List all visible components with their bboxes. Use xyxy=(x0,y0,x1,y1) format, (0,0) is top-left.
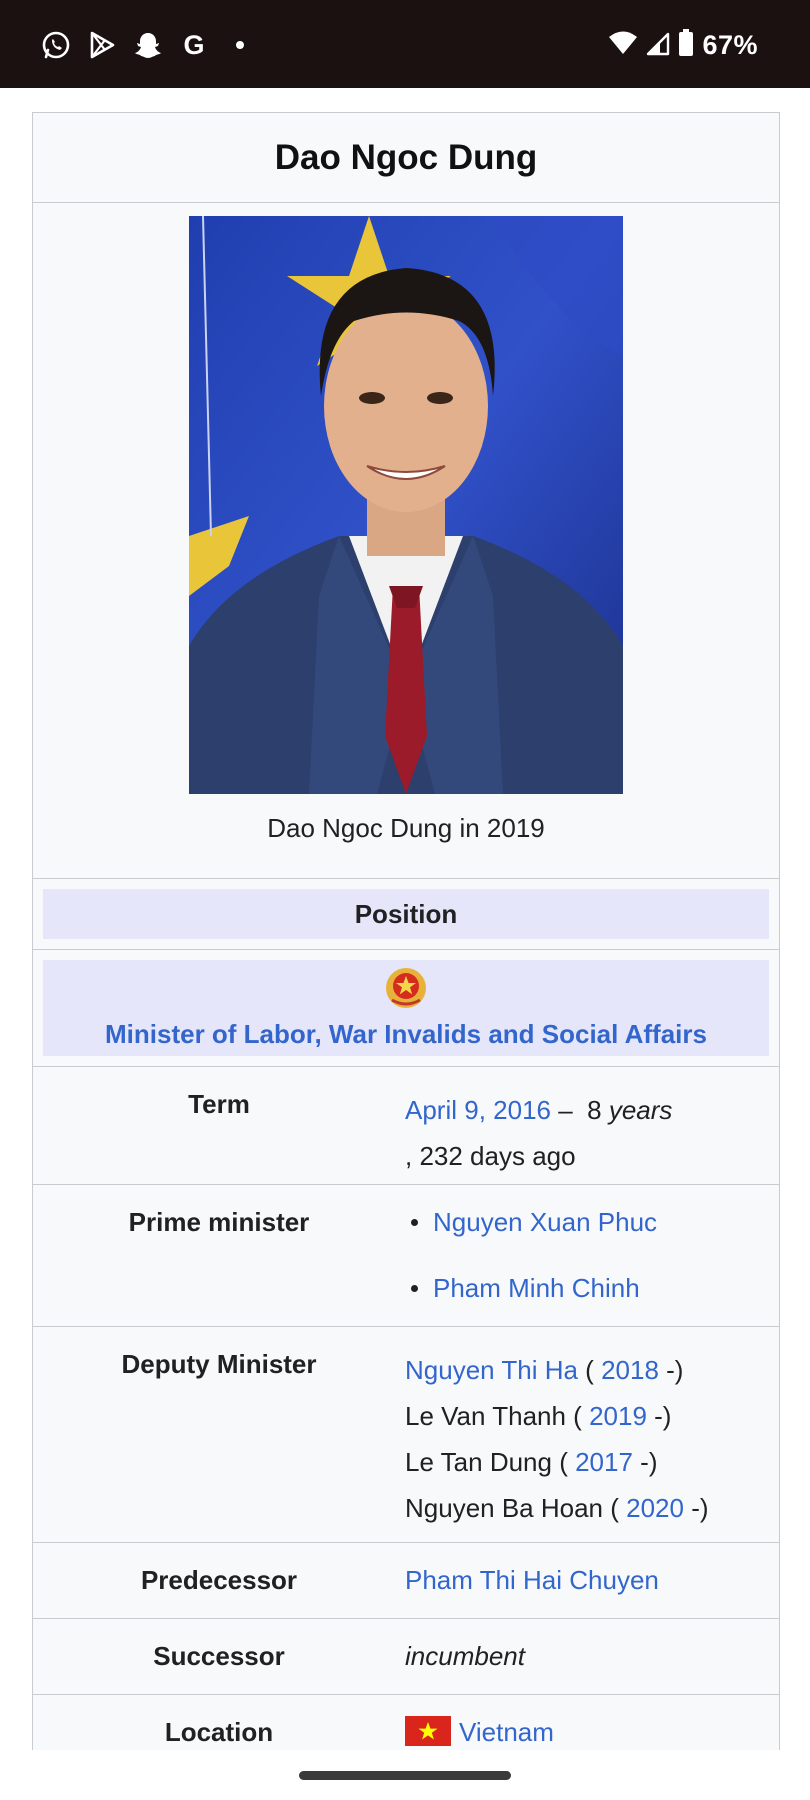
infobox: Dao Ngoc Dung Dao Ngoc Dung in 2019 Posi… xyxy=(32,112,780,1750)
row-label-deputy-minister: Deputy Minister xyxy=(121,1349,317,1379)
battery-percent: 67% xyxy=(702,29,758,60)
google-icon: G xyxy=(183,29,205,60)
row-location: Location Vietnam xyxy=(33,1695,779,1750)
row-label-term: Term xyxy=(188,1089,250,1119)
paren-close: -) xyxy=(658,1355,684,1385)
deputy-year-link[interactable]: 2018 xyxy=(601,1355,659,1385)
office-row: Minister of Labor, War Invalids and Soci… xyxy=(33,950,779,1067)
predecessor-link[interactable]: Pham Thi Hai Chuyen xyxy=(405,1565,659,1595)
paren-open: ( xyxy=(551,1447,576,1477)
home-gesture-handle[interactable] xyxy=(299,1771,511,1780)
paren-close: -) xyxy=(632,1447,658,1477)
article-page[interactable]: Dao Ngoc Dung Dao Ngoc Dung in 2019 Posi… xyxy=(0,88,810,1750)
status-bar: G 67% xyxy=(0,0,810,88)
row-term: Term April 9, 2016 – 8 years , 232 days … xyxy=(33,1067,779,1185)
infobox-title: Dao Ngoc Dung xyxy=(33,113,779,203)
deputy-name-link[interactable]: Nguyen Thi Ha xyxy=(405,1355,578,1385)
deputy-entry: Nguyen Ba Hoan ( 2020 -) xyxy=(405,1485,779,1531)
snapchat-icon xyxy=(132,29,164,61)
row-value-prime-minister: Nguyen Xuan Phuc Pham Minh Chinh xyxy=(405,1185,779,1326)
whatsapp-icon xyxy=(40,29,72,61)
row-value-term: April 9, 2016 – 8 years , 232 days ago xyxy=(405,1067,779,1184)
term-dash: – 8 xyxy=(550,1095,609,1125)
term-start-date-link[interactable]: April 9, 2016 xyxy=(405,1095,551,1125)
row-predecessor: Predecessor Pham Thi Hai Chuyen xyxy=(33,1543,779,1619)
list-item: Nguyen Xuan Phuc xyxy=(405,1189,779,1255)
paren-close: -) xyxy=(646,1401,672,1431)
row-label-predecessor: Predecessor xyxy=(140,1565,298,1595)
term-duration-rest: , 232 days ago xyxy=(405,1141,576,1171)
term-years: years xyxy=(608,1095,673,1125)
prime-minister-link-1[interactable]: Nguyen Xuan Phuc xyxy=(433,1207,657,1237)
deputy-entry: Nguyen Thi Ha ( 2018 -) xyxy=(405,1347,779,1393)
office-header: Minister of Labor, War Invalids and Soci… xyxy=(43,960,769,1056)
row-value-location: Vietnam xyxy=(405,1695,779,1750)
row-label-prime-minister: Prime minister xyxy=(128,1207,310,1237)
infobox-image-cell: Dao Ngoc Dung in 2019 xyxy=(33,203,779,879)
paren-close: -) xyxy=(683,1493,709,1523)
play-store-icon xyxy=(86,29,118,61)
wifi-icon xyxy=(608,30,638,61)
row-label-successor: Successor xyxy=(153,1641,285,1671)
row-label-location: Location xyxy=(164,1717,274,1747)
paren-open: ( xyxy=(603,1493,627,1523)
vietnam-flag-icon xyxy=(405,1716,451,1746)
deputy-year-link[interactable]: 2017 xyxy=(575,1447,633,1477)
deputy-year-link[interactable]: 2019 xyxy=(589,1401,647,1431)
paren-open: ( xyxy=(577,1355,602,1385)
row-prime-minister: Prime minister Nguyen Xuan Phuc Pham Min… xyxy=(33,1185,779,1327)
office-title-link[interactable]: Minister of Labor, War Invalids and Soci… xyxy=(105,1019,707,1050)
portrait-image[interactable] xyxy=(189,216,623,794)
system-status-icons: 67% xyxy=(608,28,758,62)
national-emblem-icon xyxy=(384,966,428,1015)
row-value-deputy-minister: Nguyen Thi Ha ( 2018 -) Le Van Thanh ( 2… xyxy=(405,1327,779,1542)
image-caption: Dao Ngoc Dung in 2019 xyxy=(267,813,545,843)
deputy-name: Le Van Thanh xyxy=(405,1401,566,1431)
row-deputy-minister: Deputy Minister Nguyen Thi Ha ( 2018 -) … xyxy=(33,1327,779,1543)
list-item: Pham Minh Chinh xyxy=(405,1255,779,1321)
battery-icon xyxy=(678,28,694,62)
deputy-entry: Le Van Thanh ( 2019 -) xyxy=(405,1393,779,1439)
deputy-name: Nguyen Ba Hoan xyxy=(405,1493,604,1523)
signal-icon xyxy=(646,30,670,61)
location-link[interactable]: Vietnam xyxy=(459,1717,554,1747)
prime-minister-list: Nguyen Xuan Phuc Pham Minh Chinh xyxy=(405,1189,779,1321)
navigation-bar xyxy=(0,1750,810,1800)
deputy-year-link[interactable]: 2020 xyxy=(626,1493,684,1523)
deputy-entry: Le Tan Dung ( 2017 -) xyxy=(405,1439,779,1485)
paren-open: ( xyxy=(565,1401,590,1431)
position-section-row: Position xyxy=(33,879,779,950)
notification-icons: G xyxy=(40,28,256,62)
deputy-name: Le Tan Dung xyxy=(405,1447,552,1477)
row-value-predecessor: Pham Thi Hai Chuyen xyxy=(405,1543,779,1618)
section-header-position: Position xyxy=(43,889,769,939)
row-value-successor: incumbent xyxy=(405,1641,525,1671)
row-successor: Successor incumbent xyxy=(33,1619,779,1695)
prime-minister-link-2[interactable]: Pham Minh Chinh xyxy=(433,1273,640,1303)
dot-icon xyxy=(224,29,256,61)
